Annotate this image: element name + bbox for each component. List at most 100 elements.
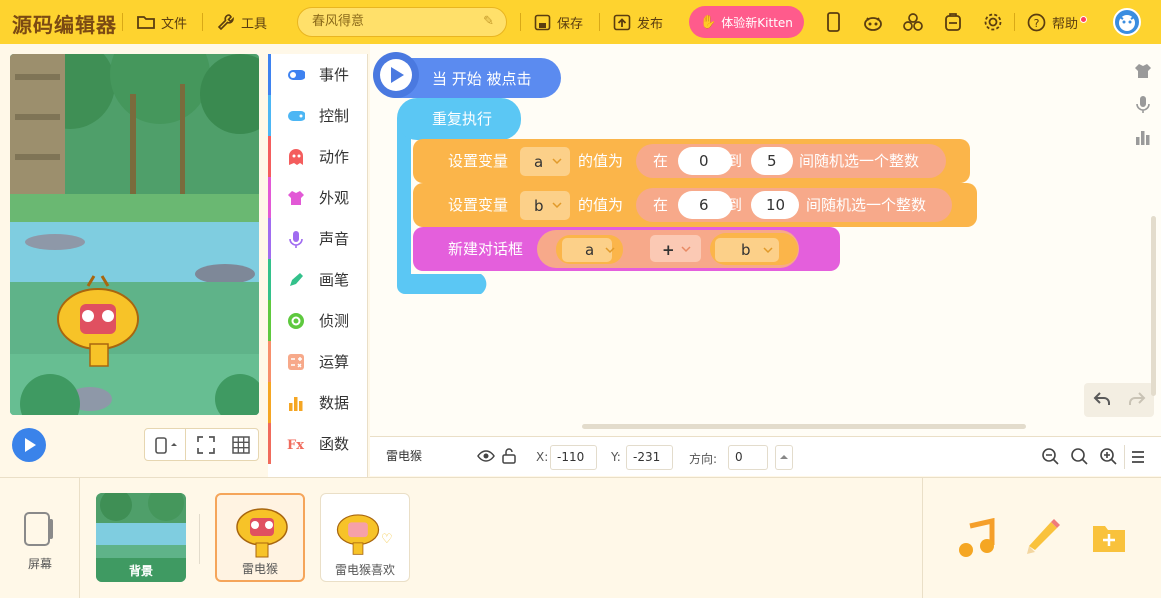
category-label: 外观 <box>319 189 350 207</box>
music-icon[interactable] <box>958 518 996 558</box>
redo-icon[interactable] <box>1128 391 1146 407</box>
toggle-icon <box>287 66 305 84</box>
costume-tab[interactable] <box>1125 54 1161 87</box>
tools-menu-label: 工具 <box>241 16 268 32</box>
y-coordinate-input[interactable]: -231 <box>626 445 673 470</box>
divider <box>1014 13 1015 31</box>
category-label: 侦测 <box>319 312 350 330</box>
data-tab[interactable] <box>1125 120 1161 153</box>
undo-icon[interactable] <box>1093 391 1111 407</box>
sprite-card[interactable]: ♡ 雷电猴喜欢 <box>320 493 410 582</box>
screen-button[interactable]: 屏幕 <box>0 478 80 598</box>
zoom-out-icon[interactable] <box>1040 446 1062 468</box>
value-of-label: 的值为 <box>578 152 623 170</box>
asset-tools <box>922 478 1161 598</box>
robot-icon[interactable] <box>862 11 884 33</box>
background-card[interactable]: 背景 <box>96 493 186 582</box>
paint-pencil-icon[interactable] <box>1023 516 1061 556</box>
divider <box>1124 445 1125 469</box>
help-label: 帮助 <box>1052 16 1079 32</box>
file-menu-button[interactable]: 文件 <box>137 12 187 32</box>
help-button[interactable]: ? 帮助 <box>1027 12 1088 32</box>
device-icon[interactable] <box>822 11 844 33</box>
shirt-icon <box>287 189 305 207</box>
folder-icon <box>137 16 155 29</box>
random-min-input: 6 <box>699 196 709 214</box>
divider <box>122 13 123 31</box>
category-operators[interactable]: 运算 <box>268 341 367 382</box>
run-button[interactable] <box>12 428 46 462</box>
mic-icon <box>287 230 305 248</box>
horizontal-scrollbar[interactable] <box>582 424 1026 429</box>
x-coordinate-input[interactable]: -110 <box>550 445 597 470</box>
divider <box>599 13 600 31</box>
sound-tab[interactable] <box>1125 87 1161 120</box>
svg-text:Fx: Fx <box>287 438 304 452</box>
try-kitten-button[interactable]: ✋ 体验新Kitten <box>689 6 804 38</box>
save-icon <box>534 14 551 30</box>
screen-label: 屏幕 <box>27 557 52 571</box>
hat-label: 当 开始 被点击 <box>432 70 532 88</box>
jungle-background-image <box>10 54 259 415</box>
save-button[interactable]: 保存 <box>534 12 583 32</box>
gear-icon[interactable] <box>982 11 1004 33</box>
category-data[interactable]: 数据 <box>268 382 367 423</box>
category-label: 画笔 <box>319 271 350 289</box>
tools-menu-button[interactable]: 工具 <box>217 12 267 32</box>
lock-icon[interactable] <box>501 448 517 464</box>
vertical-scrollbar[interactable] <box>1151 216 1156 396</box>
left-operand-dropdown: a <box>585 241 594 259</box>
category-label: 控制 <box>319 107 350 125</box>
bar-icon <box>287 394 305 412</box>
x-value: -110 <box>557 450 585 464</box>
category-label: 动作 <box>319 148 350 166</box>
heart-icon: ♡ <box>381 532 393 547</box>
stage-view-controls <box>144 428 259 461</box>
phone-mode-icon[interactable] <box>154 436 180 455</box>
variable-dropdown: a <box>534 153 543 171</box>
project-title-value: 春风得意 <box>312 14 365 29</box>
when-start-clicked-block[interactable]: 当 开始 被点击 <box>373 52 561 98</box>
category-sensing[interactable]: 侦测 <box>268 300 367 341</box>
new-dialog-block[interactable]: 新建对话框 a + b <box>413 227 840 271</box>
sprite-card-selected[interactable]: 雷电猴 <box>215 493 305 582</box>
divider <box>520 13 521 31</box>
category-control[interactable]: 控制 <box>268 95 367 136</box>
code-workspace[interactable]: 重复执行 当 开始 被点击 设置变量 a 的值为 在 0 到 5 间随机选一个整… <box>370 44 1161 436</box>
undo-redo-controls <box>1084 383 1154 417</box>
project-title-input[interactable]: 春风得意 ✎ <box>297 7 507 37</box>
category-pen[interactable]: 画笔 <box>268 259 367 300</box>
zoom-reset-icon[interactable] <box>1069 446 1091 468</box>
fullscreen-icon[interactable] <box>197 436 215 454</box>
gamepad-icon <box>287 107 305 125</box>
category-label: 运算 <box>319 353 350 371</box>
operator-dropdown: + <box>662 241 675 259</box>
category-looks[interactable]: 外观 <box>268 177 367 218</box>
sprite-panel: 屏幕 背景 雷电猴 ♡ 雷电猴喜欢 <box>0 477 1161 598</box>
category-functions[interactable]: Fx 函数 <box>268 423 367 464</box>
stage-canvas[interactable] <box>10 54 259 415</box>
block-category-list: 事件 控制 动作 外观 声音 画笔 侦测 运算 数据 Fx 函数 <box>268 54 368 477</box>
category-motion[interactable]: 动作 <box>268 136 367 177</box>
category-event[interactable]: 事件 <box>268 54 367 95</box>
direction-input[interactable]: 0 <box>728 445 768 470</box>
category-sound[interactable]: 声音 <box>268 218 367 259</box>
menu-icon[interactable] <box>1127 446 1149 468</box>
play-icon <box>25 438 36 452</box>
random-int-label: 间随机选一个整数 <box>806 196 926 214</box>
user-avatar[interactable] <box>1113 8 1141 36</box>
workspace-side-tools <box>1125 54 1161 154</box>
function-icon: Fx <box>287 435 305 453</box>
y-label: Y: <box>611 450 621 464</box>
direction-dial-button[interactable] <box>775 445 793 470</box>
set-variable-block[interactable]: 设置变量 b 的值为 在 6 到 10 间随机选一个整数 <box>413 183 977 227</box>
folder-add-icon[interactable] <box>1091 520 1127 554</box>
eye-icon[interactable] <box>477 449 495 463</box>
cubes-icon[interactable] <box>902 11 924 33</box>
backpack-icon[interactable] <box>942 11 964 33</box>
set-variable-block[interactable]: 设置变量 a 的值为 在 0 到 5 间随机选一个整数 <box>413 139 970 183</box>
grid-icon[interactable] <box>232 436 250 454</box>
random-to-label: 到 <box>727 152 742 170</box>
zoom-in-icon[interactable] <box>1098 446 1120 468</box>
publish-button[interactable]: 发布 <box>613 12 663 32</box>
